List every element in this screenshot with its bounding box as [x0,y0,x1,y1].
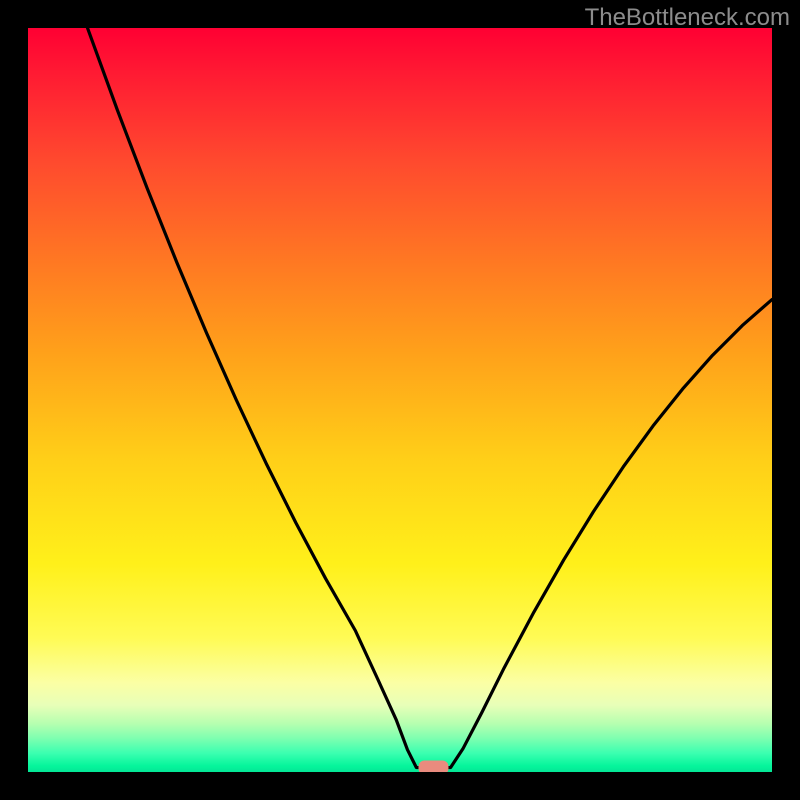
optimum-marker [418,761,448,772]
chart-stage: TheBottleneck.com [0,0,800,800]
bottleneck-curve [88,28,772,768]
plot-area [28,28,772,772]
curve-layer [28,28,772,772]
